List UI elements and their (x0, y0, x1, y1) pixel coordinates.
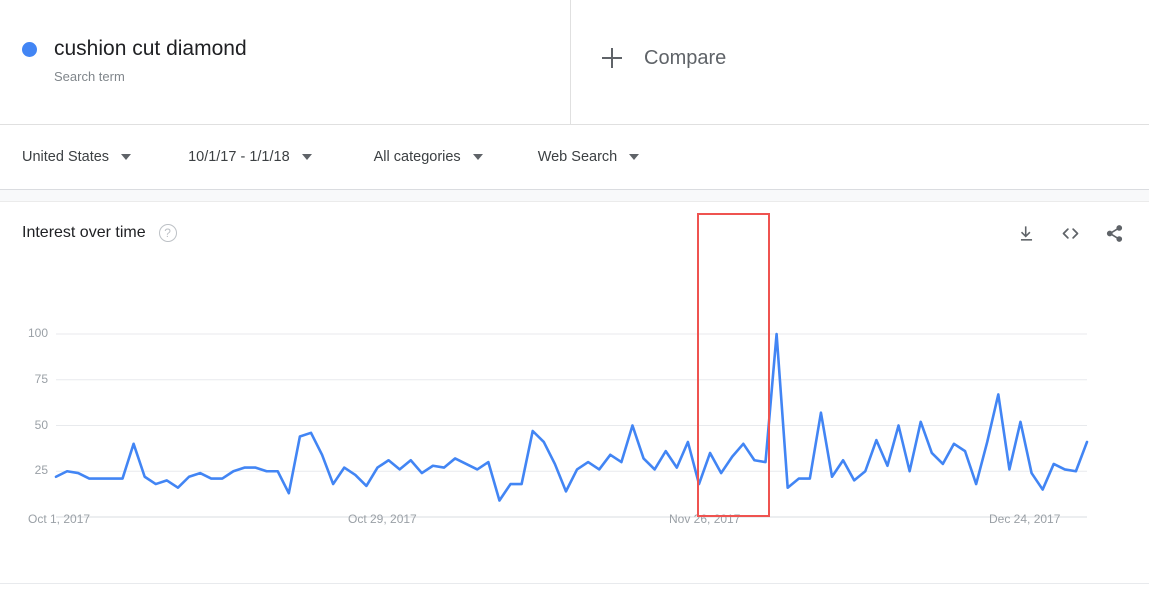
chevron-down-icon (121, 154, 132, 160)
y-axis-tick-75: 75 (34, 371, 48, 386)
embed-code-icon[interactable] (1059, 222, 1081, 244)
series-color-dot (22, 42, 37, 57)
card-header: Interest over time ? (0, 202, 1149, 246)
search-term-card[interactable]: cushion cut diamond Search term (0, 0, 571, 124)
category-filter[interactable]: All categories (374, 149, 483, 165)
date-range-filter-label: 10/1/17 - 1/1/18 (188, 149, 290, 165)
share-icon[interactable] (1103, 222, 1125, 244)
chart-selection-box[interactable] (697, 213, 770, 517)
x-axis-tick-0: Oct 1, 2017 (28, 512, 91, 526)
search-term-subtitle: Search term (54, 69, 125, 84)
date-range-filter[interactable]: 10/1/17 - 1/1/18 (188, 149, 312, 165)
x-axis-tick-3: Dec 24, 2017 (989, 512, 1061, 526)
compare-label: Compare (644, 47, 727, 69)
interest-over-time-card: Interest over time ? 25 50 75 100 Oct 1,… (0, 202, 1149, 567)
y-axis-tick-50: 50 (34, 417, 48, 432)
y-axis-tick-25: 25 (34, 463, 48, 478)
region-filter[interactable]: United States (22, 149, 132, 165)
y-axis-tick-100: 100 (27, 326, 48, 340)
chart-svg (54, 332, 1089, 518)
filter-bar: United States 10/1/17 - 1/1/18 All categ… (0, 125, 1149, 190)
add-compare-button[interactable]: Compare (602, 46, 726, 70)
chevron-down-icon (629, 154, 640, 160)
search-type-filter[interactable]: Web Search (538, 149, 640, 165)
interest-over-time-chart (0, 202, 1149, 567)
plus-icon (602, 48, 622, 68)
x-axis-tick-1: Oct 29, 2017 (348, 512, 417, 526)
bottom-divider (0, 583, 1149, 584)
search-type-filter-label: Web Search (537, 149, 618, 165)
section-gap (0, 190, 1149, 202)
compare-cell: Compare (571, 0, 1149, 124)
card-actions (1015, 222, 1125, 244)
region-filter-label: United States (22, 149, 110, 165)
page-title: Interest over time (22, 224, 146, 241)
help-icon[interactable]: ? (158, 224, 177, 242)
chevron-down-icon (301, 154, 312, 160)
search-term-title: cushion cut diamond (54, 37, 247, 60)
chevron-down-icon (472, 154, 483, 160)
category-filter-label: All categories (373, 149, 461, 165)
download-icon[interactable] (1015, 222, 1037, 244)
search-term-bar: cushion cut diamond Search term Compare (0, 0, 1149, 125)
